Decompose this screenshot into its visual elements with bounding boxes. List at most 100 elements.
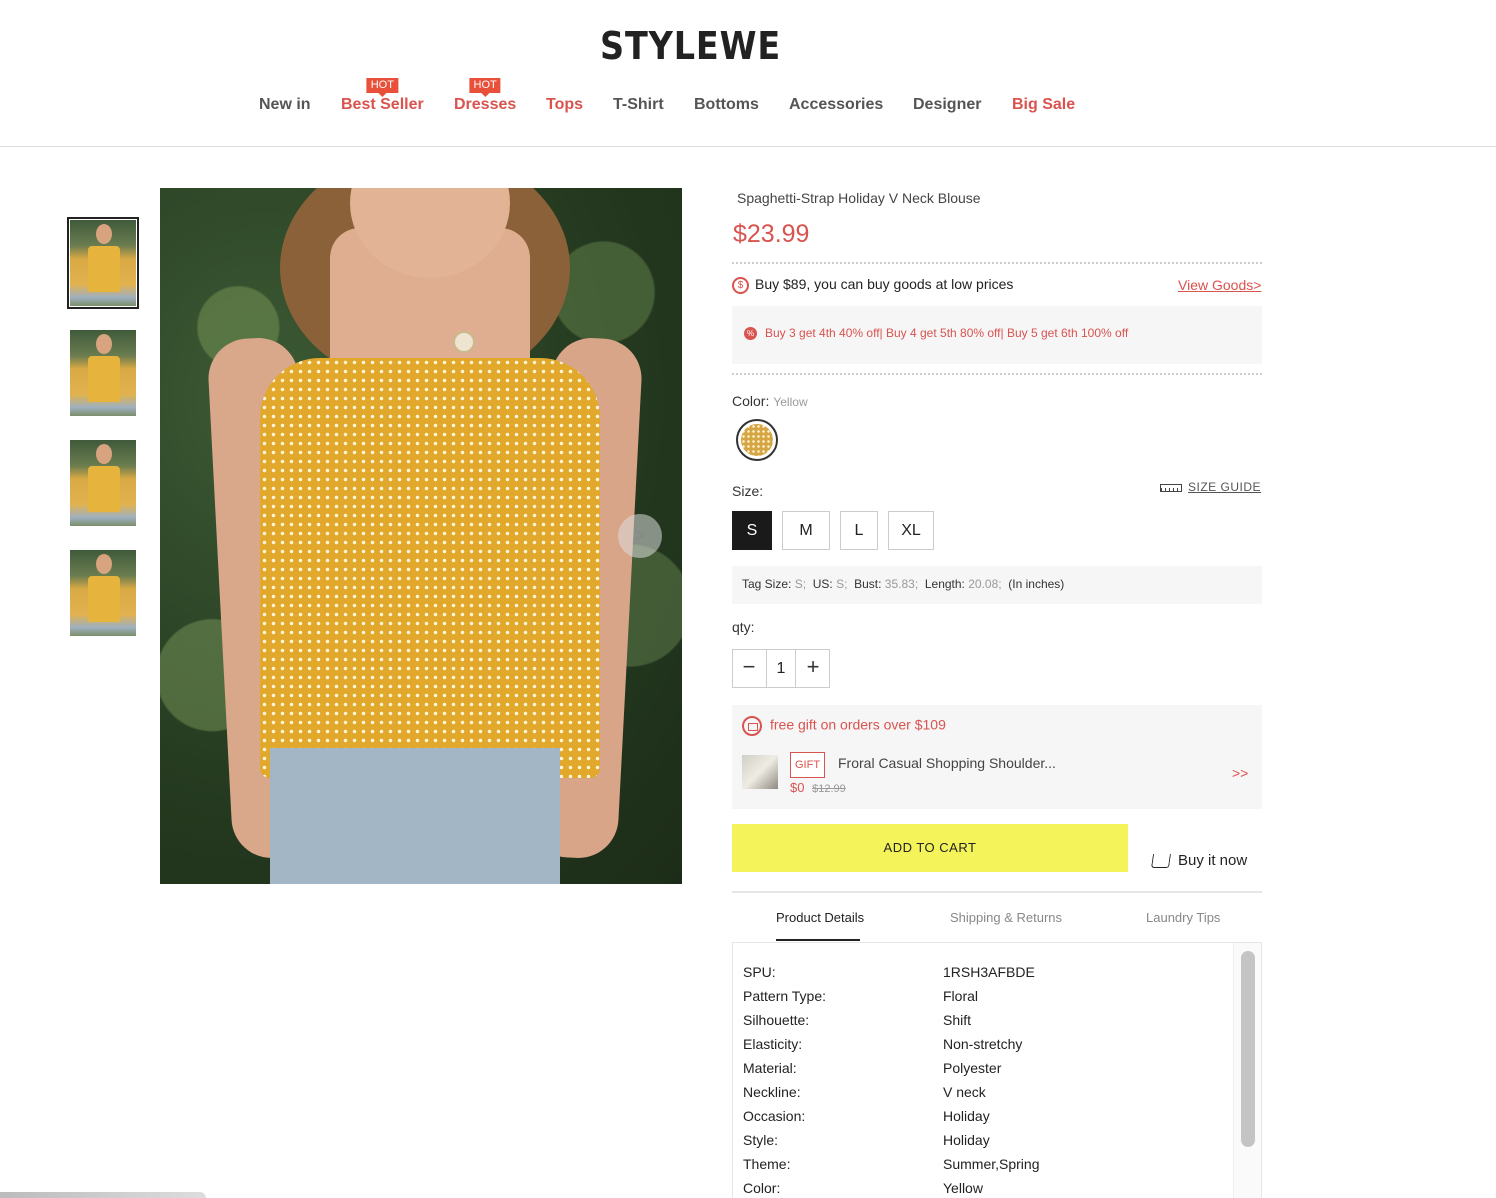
detail-value: 1RSH3AFBDE [943, 964, 1035, 980]
detail-row: Neckline: V neck [743, 1084, 986, 1100]
us-size-value: S; [836, 577, 848, 591]
color-swatch-yellow[interactable] [736, 419, 778, 461]
color-label-text: Color: [732, 393, 770, 409]
coupon-icon: $ [732, 276, 749, 294]
size-option-m[interactable]: M [782, 511, 830, 550]
discount-box: % Buy 3 get 4th 40% off| Buy 4 get 5th 80… [732, 306, 1262, 364]
gift-headline: free gift on orders over $109 [742, 716, 946, 736]
qty-plus-icon[interactable]: + [797, 650, 829, 687]
gift-more-link[interactable]: >> [1232, 765, 1248, 781]
thumbnail-face [96, 554, 112, 574]
color-label: Color: Yellow [732, 393, 808, 409]
detail-value: V neck [943, 1084, 986, 1100]
nav-label: Big Sale [1012, 96, 1076, 113]
details-scrollbar[interactable] [1233, 943, 1261, 1198]
detail-row: Pattern Type: Floral [743, 988, 978, 1004]
bust-value: 35.83; [884, 577, 919, 591]
size-option-l[interactable]: L [840, 511, 878, 550]
nav-item-t-shirt[interactable]: T-Shirt [613, 96, 664, 114]
detail-row: Occasion: Holiday [743, 1108, 990, 1124]
qty-minus-icon[interactable]: − [733, 650, 765, 687]
bust-label: Bust: [854, 577, 882, 591]
detail-value: Shift [943, 1012, 972, 1028]
size-guide-text: SIZE GUIDE [1188, 480, 1262, 494]
nav-item-designer[interactable]: Designer [913, 96, 981, 114]
gift-name[interactable]: Froral Casual Shopping Shoulder... [838, 755, 1056, 771]
scroll-thumb[interactable] [1241, 951, 1255, 1147]
header-divider [0, 146, 1496, 147]
tab-shipping-returns[interactable]: Shipping & Returns [950, 910, 1062, 925]
image-blouse [260, 358, 600, 778]
ruler-icon [1160, 483, 1182, 492]
swatch-image [741, 424, 773, 456]
next-image-arrow-icon[interactable]: > [618, 514, 662, 558]
nav-label: Designer [913, 96, 982, 113]
thumbnail-2[interactable] [70, 330, 136, 416]
size-option-s[interactable]: S [732, 511, 772, 550]
gift-thumbnail[interactable] [742, 755, 778, 789]
nav-label: Accessories [789, 96, 884, 113]
thumbnail-4[interactable] [70, 550, 136, 636]
promo-line: $ Buy $89, you can buy goods at low price… [732, 276, 1013, 294]
view-goods-link[interactable]: View Goods> [1178, 277, 1261, 293]
nav-item-accessories[interactable]: Accessories [789, 96, 883, 114]
nav-label: T-Shirt [613, 96, 664, 113]
hot-badge: HOT [469, 78, 501, 97]
thumbnail-face [96, 224, 112, 244]
detail-value: Summer,Spring [943, 1156, 1040, 1172]
product-main-image[interactable] [160, 188, 682, 884]
qty-input[interactable]: 1 [766, 650, 796, 687]
nav-item-bottoms[interactable]: Bottoms [694, 96, 759, 114]
detail-key: Style: [743, 1132, 779, 1148]
product-price: $23.99 [733, 220, 810, 248]
tag-size-value: S; [794, 577, 807, 591]
nav-item-new-in[interactable]: New in [259, 96, 311, 114]
nav-label: Best Seller [341, 96, 424, 113]
thumbnail-garment [88, 466, 120, 512]
detail-row: Elasticity: Non-stretchy [743, 1036, 1022, 1052]
gift-icon [742, 716, 762, 736]
divider [732, 262, 1262, 264]
nav-label: Dresses [454, 96, 517, 113]
detail-key: Occasion: [743, 1108, 806, 1124]
discount-text: Buy 3 get 4th 40% off| Buy 4 get 5th 80%… [765, 326, 1129, 340]
add-to-cart-button[interactable]: ADD TO CART [732, 824, 1128, 872]
color-value: Yellow [773, 395, 808, 409]
buy-now-button[interactable]: Buy it now [1151, 852, 1247, 869]
thumbnail-garment [88, 356, 120, 402]
us-size-label: US: [812, 577, 833, 591]
brand-logo[interactable]: STYLEWE [600, 24, 781, 68]
tag-icon: % [744, 327, 757, 341]
nav-label: Bottoms [694, 96, 759, 113]
size-option-xl[interactable]: XL [888, 511, 934, 550]
unit-note: (In inches) [1008, 577, 1065, 591]
tag-size-label: Tag Size: [742, 577, 792, 591]
free-gift-box: free gift on orders over $109 GIFT Frora… [732, 705, 1262, 809]
gift-price: $0 $12.99 [790, 780, 846, 795]
nav-item-big-sale[interactable]: Big Sale [1012, 96, 1075, 114]
product-details-panel: SPU: 1RSH3AFBDE Pattern Type: Floral Silho… [732, 943, 1262, 1198]
active-tab-indicator [776, 939, 860, 941]
tab-product-details[interactable]: Product Details [776, 910, 864, 925]
size-label: Size: [732, 483, 764, 499]
nav-item-best-seller[interactable]: HOT Best Seller [341, 78, 424, 114]
detail-row: Color: Yellow [743, 1180, 983, 1196]
tab-laundry-tips[interactable]: Laundry Tips [1146, 910, 1220, 925]
bottom-overlay-edge [0, 1192, 206, 1198]
image-pendant [453, 331, 475, 353]
nav-label: Tops [546, 96, 584, 113]
detail-value: Holiday [943, 1108, 990, 1124]
thumbnail-1[interactable] [67, 217, 139, 309]
detail-row: Theme: Summer,Spring [743, 1156, 1039, 1172]
detail-key: Pattern Type: [743, 988, 827, 1004]
detail-key: SPU: [743, 964, 776, 980]
qty-label: qty: [732, 619, 755, 635]
thumbnail-3[interactable] [70, 440, 136, 526]
gift-headline-text: free gift on orders over $109 [770, 716, 946, 733]
length-label: Length: [924, 577, 965, 591]
nav-item-dresses[interactable]: HOT Dresses [454, 78, 517, 114]
detail-key: Color: [743, 1180, 781, 1196]
size-guide-link[interactable]: SIZE GUIDE [1160, 480, 1261, 494]
gift-badge: GIFT [790, 752, 826, 778]
nav-item-tops[interactable]: Tops [546, 96, 583, 114]
